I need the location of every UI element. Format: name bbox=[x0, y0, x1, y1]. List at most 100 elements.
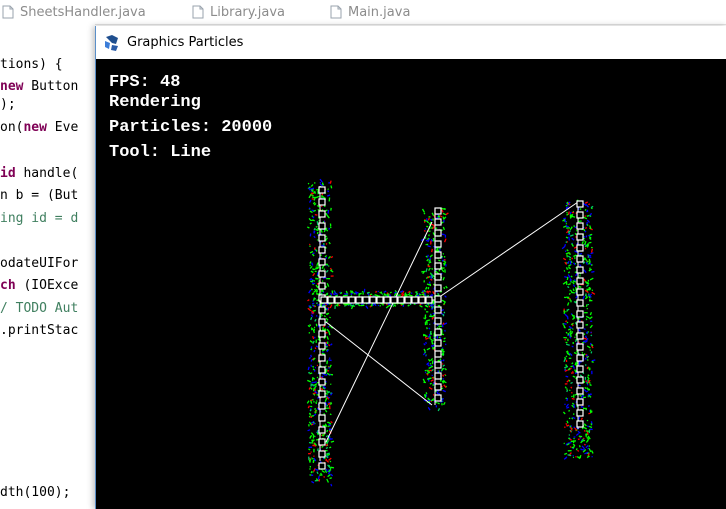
anchor-node[interactable] bbox=[434, 339, 442, 347]
anchor-node[interactable] bbox=[362, 296, 370, 304]
anchor-node[interactable] bbox=[318, 378, 326, 386]
anchor-node[interactable] bbox=[404, 296, 412, 304]
anchor-node[interactable] bbox=[576, 332, 584, 340]
anchor-node[interactable] bbox=[576, 387, 584, 395]
particle bbox=[586, 436, 589, 440]
anchor-node[interactable] bbox=[318, 234, 326, 242]
particle bbox=[589, 311, 593, 316]
anchor-node[interactable] bbox=[576, 255, 584, 263]
editor-tab-bar: SheetsHandler.java Library.java Main.jav… bbox=[0, 0, 726, 25]
anchor-node[interactable] bbox=[576, 200, 584, 208]
anchor-node[interactable] bbox=[318, 450, 326, 458]
tab-main[interactable]: Main.java bbox=[330, 3, 410, 21]
anchor-node[interactable] bbox=[576, 310, 584, 318]
anchor-node[interactable] bbox=[576, 222, 584, 230]
anchor-node[interactable] bbox=[318, 246, 326, 254]
anchor-node[interactable] bbox=[576, 321, 584, 329]
anchor-node[interactable] bbox=[576, 244, 584, 252]
anchor-node[interactable] bbox=[434, 394, 442, 402]
anchor-node[interactable] bbox=[434, 383, 442, 391]
anchor-node[interactable] bbox=[383, 296, 391, 304]
anchor-node[interactable] bbox=[434, 328, 442, 336]
particle bbox=[389, 294, 392, 297]
anchor-node[interactable] bbox=[318, 426, 326, 434]
graphics-particles-window[interactable]: Graphics Particles FPS: 48 Rendering Par… bbox=[95, 26, 726, 509]
anchor-node[interactable] bbox=[434, 350, 442, 358]
anchor-node[interactable] bbox=[434, 372, 442, 380]
anchor-node[interactable] bbox=[369, 296, 377, 304]
anchor-node[interactable] bbox=[318, 414, 326, 422]
anchor-node[interactable] bbox=[418, 296, 426, 304]
anchor-node[interactable] bbox=[434, 273, 442, 281]
anchor-node[interactable] bbox=[576, 233, 584, 241]
anchor-node[interactable] bbox=[576, 420, 584, 428]
anchor-node[interactable] bbox=[576, 409, 584, 417]
anchor-node[interactable] bbox=[576, 365, 584, 373]
particle bbox=[306, 400, 310, 404]
code-token: handle( bbox=[15, 166, 79, 181]
anchor-node[interactable] bbox=[318, 330, 326, 338]
particle bbox=[314, 213, 318, 216]
particle-canvas[interactable]: FPS: 48 Rendering Particles: 20000 Tool:… bbox=[96, 59, 726, 509]
particle bbox=[578, 445, 581, 448]
anchor-node[interactable] bbox=[576, 277, 584, 285]
anchor-node[interactable] bbox=[390, 296, 398, 304]
anchor-node[interactable] bbox=[411, 296, 419, 304]
anchor-node[interactable] bbox=[434, 317, 442, 325]
particle bbox=[407, 304, 410, 307]
anchor-node[interactable] bbox=[376, 296, 384, 304]
anchor-node[interactable] bbox=[434, 229, 442, 237]
anchor-node[interactable] bbox=[318, 318, 326, 326]
particle bbox=[569, 258, 572, 261]
anchor-node[interactable] bbox=[318, 258, 326, 266]
anchor-node[interactable] bbox=[318, 210, 326, 218]
anchor-node[interactable] bbox=[341, 296, 349, 304]
anchor-node[interactable] bbox=[576, 299, 584, 307]
particle bbox=[308, 448, 311, 451]
anchor-node[interactable] bbox=[318, 402, 326, 410]
window-titlebar[interactable]: Graphics Particles bbox=[96, 26, 726, 59]
code-editor[interactable]: tions) {new Button); on(new Eve id handle(… bbox=[0, 24, 95, 509]
anchor-node[interactable] bbox=[425, 296, 433, 304]
tab-sheetshandler[interactable]: SheetsHandler.java bbox=[2, 3, 146, 21]
anchor-node[interactable] bbox=[318, 390, 326, 398]
particle bbox=[584, 257, 588, 261]
anchor-node[interactable] bbox=[318, 270, 326, 278]
anchor-node[interactable] bbox=[434, 251, 442, 259]
anchor-node[interactable] bbox=[318, 198, 326, 206]
anchor-node[interactable] bbox=[434, 218, 442, 226]
anchor-node[interactable] bbox=[576, 343, 584, 351]
anchor-node[interactable] bbox=[318, 282, 326, 290]
particle bbox=[425, 320, 428, 323]
anchor-node[interactable] bbox=[434, 306, 442, 314]
anchor-node[interactable] bbox=[434, 295, 442, 303]
anchor-node[interactable] bbox=[576, 376, 584, 384]
anchor-node[interactable] bbox=[318, 222, 326, 230]
particle bbox=[312, 387, 315, 392]
anchor-node[interactable] bbox=[397, 296, 405, 304]
anchor-node[interactable] bbox=[434, 262, 442, 270]
anchor-node[interactable] bbox=[434, 207, 442, 215]
anchor-node[interactable] bbox=[576, 266, 584, 274]
anchor-node[interactable] bbox=[318, 306, 326, 314]
anchor-node[interactable] bbox=[434, 284, 442, 292]
tab-library[interactable]: Library.java bbox=[192, 3, 285, 21]
anchor-node[interactable] bbox=[355, 296, 363, 304]
anchor-node[interactable] bbox=[334, 296, 342, 304]
anchor-node[interactable] bbox=[318, 366, 326, 374]
anchor-node[interactable] bbox=[318, 462, 326, 470]
anchor-node[interactable] bbox=[576, 354, 584, 362]
anchor-node[interactable] bbox=[318, 438, 326, 446]
particle bbox=[571, 391, 573, 394]
anchor-node[interactable] bbox=[320, 296, 328, 304]
anchor-node[interactable] bbox=[318, 342, 326, 350]
anchor-node[interactable] bbox=[327, 296, 335, 304]
anchor-node[interactable] bbox=[434, 361, 442, 369]
anchor-node[interactable] bbox=[434, 240, 442, 248]
anchor-node[interactable] bbox=[576, 398, 584, 406]
anchor-node[interactable] bbox=[576, 211, 584, 219]
anchor-node[interactable] bbox=[576, 288, 584, 296]
anchor-node[interactable] bbox=[318, 186, 326, 194]
anchor-node[interactable] bbox=[318, 354, 326, 362]
anchor-node[interactable] bbox=[348, 296, 356, 304]
